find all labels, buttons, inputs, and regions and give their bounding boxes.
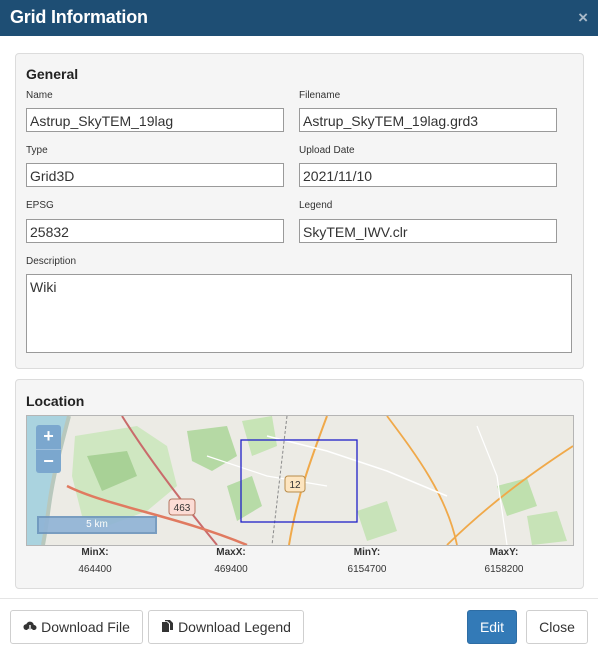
miny-coord: MinY: 6154700 <box>317 547 417 575</box>
miny-label: MinY: <box>353 547 381 558</box>
upload-date-label: Upload Date <box>299 145 355 156</box>
maxy-label: MaxY: <box>489 547 519 558</box>
filename-field[interactable]: Astrup_SkyTEM_19lag.grd3 <box>299 108 557 132</box>
road-number: 12 <box>289 480 301 491</box>
download-file-label: Download File <box>41 619 130 635</box>
maxx-value: 469400 <box>214 564 248 575</box>
dialog-title: Grid Information <box>10 7 148 27</box>
minx-value: 464400 <box>78 564 112 575</box>
zoom-in-button[interactable]: + <box>36 425 61 449</box>
close-button[interactable]: Close <box>526 610 588 644</box>
location-heading: Location <box>26 393 85 409</box>
type-label: Type <box>26 145 48 156</box>
maxy-value: 6158200 <box>484 564 524 575</box>
road-number: 463 <box>174 503 191 514</box>
upload-date-field[interactable]: 2021/11/10 <box>299 163 557 187</box>
name-label: Name <box>26 90 53 101</box>
general-panel: General Name Astrup_SkyTEM_19lag Filenam… <box>15 53 584 369</box>
download-legend-label: Download Legend <box>178 619 291 635</box>
close-icon[interactable]: × <box>578 8 588 28</box>
zoom-out-button[interactable]: − <box>36 449 61 473</box>
description-field[interactable]: Wiki <box>26 274 572 353</box>
epsg-label: EPSG <box>26 200 54 211</box>
maxy-coord: MaxY: 6158200 <box>454 547 554 575</box>
filename-label: Filename <box>299 90 341 101</box>
minx-label: MinX: <box>81 547 109 558</box>
maxx-label: MaxX: <box>216 547 246 558</box>
epsg-field[interactable]: 25832 <box>26 219 284 243</box>
footer-divider <box>0 598 598 599</box>
cloud-download-icon <box>23 612 37 644</box>
copy-file-icon <box>161 612 174 644</box>
name-field[interactable]: Astrup_SkyTEM_19lag <box>26 108 284 132</box>
minx-coord: MinX: 464400 <box>45 547 145 575</box>
dialog-titlebar: Grid Information × <box>0 0 598 36</box>
type-field[interactable]: Grid3D <box>26 163 284 187</box>
legend-field[interactable]: SkyTEM_IWV.clr <box>299 219 557 243</box>
download-file-button[interactable]: Download File <box>10 610 143 644</box>
miny-value: 6154700 <box>347 564 387 575</box>
scale-bar: 5 km <box>37 516 157 534</box>
legend-label: Legend <box>299 200 333 211</box>
general-heading: General <box>26 66 79 82</box>
zoom-control: + − <box>36 425 61 473</box>
download-legend-button[interactable]: Download Legend <box>148 610 304 644</box>
description-label: Description <box>26 256 77 267</box>
edit-button[interactable]: Edit <box>467 610 517 644</box>
location-map[interactable]: 463 12 + − 5 km <box>26 415 574 546</box>
location-panel: Location 463 12 + − 5 km MinX: 464400 Ma… <box>15 379 584 589</box>
maxx-coord: MaxX: 469400 <box>181 547 281 575</box>
